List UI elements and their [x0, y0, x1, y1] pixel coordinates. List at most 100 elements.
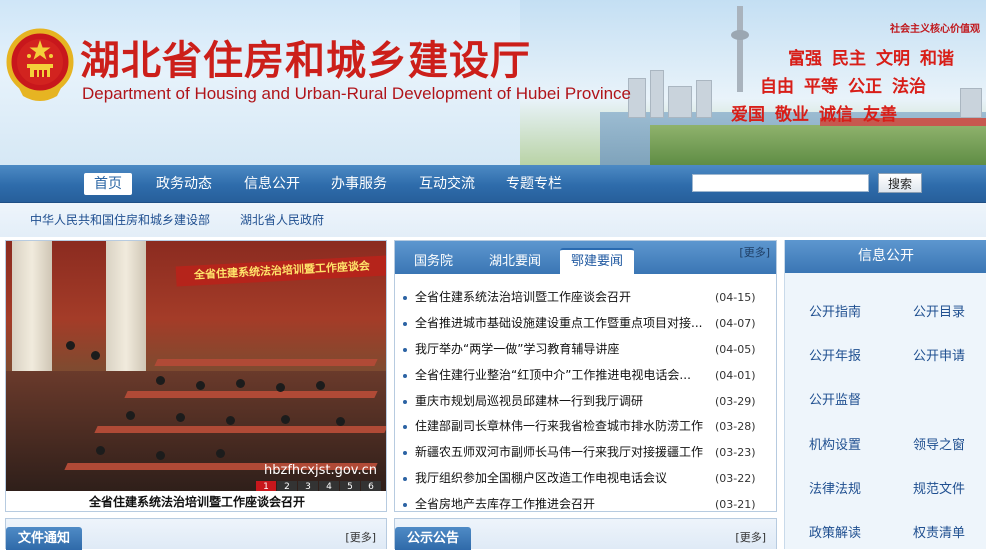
photo-attendee: [91, 351, 100, 360]
news-item-date: (03-22): [715, 472, 756, 486]
nav-services[interactable]: 办事服务: [321, 173, 397, 195]
news-item[interactable]: 我厅举办“两学一做”学习教育辅导讲座 (04-05): [401, 337, 771, 363]
core-value: 民主: [832, 49, 866, 69]
nav-home[interactable]: 首页: [84, 173, 132, 195]
news-item[interactable]: 全省房地产去库存工作推进会召开 (03-21): [401, 492, 771, 518]
news-item-date: (04-01): [715, 368, 756, 382]
news-item-title: 全省住建行业整治“红顶中介”工作推进电视电话会...: [415, 367, 691, 382]
news-item[interactable]: 我厅组织参加全国棚户区改造工作电视电话会议 (03-22): [401, 466, 771, 492]
news-item-date: (03-23): [715, 446, 756, 460]
photo-attendee: [96, 446, 105, 455]
link-laws[interactable]: 法律法规: [809, 478, 861, 497]
link-normative-docs[interactable]: 规范文件: [913, 478, 965, 497]
banner-building: [696, 80, 712, 118]
photo-carousel[interactable]: 全省住建系统法治培训暨工作座谈会 hbzfhcxjst.gov.cn 1 2 3…: [5, 240, 387, 512]
news-item-date: (03-29): [715, 394, 756, 408]
news-item-title: 住建部副司长章林伟一行来我省检查城市排水防涝工作: [415, 419, 704, 434]
core-value: 敬业: [775, 105, 809, 125]
core-value: 自由: [760, 77, 794, 97]
photo-watermark: hbzfhcxjst.gov.cn: [264, 463, 377, 478]
photo-attendee: [156, 376, 165, 385]
info-disclosure-panel: 信息公开 公开指南 公开目录 公开年报 公开申请 公开监督 机构设置 领导之窗 …: [784, 240, 986, 549]
core-value: 和谐: [920, 49, 954, 69]
news-list: 全省住建系统法治培训暨工作座谈会召开 (04-15) 全省推进城市基础设施建设重点…: [401, 285, 771, 518]
bullet-icon: [403, 477, 407, 482]
photo-attendee: [316, 381, 325, 390]
link-disclosure-guide[interactable]: 公开指南: [809, 301, 861, 320]
news-item-date: (04-07): [715, 316, 756, 330]
bullet-icon: [403, 399, 407, 404]
announcements-panel-header: 公示公告 [更多]: [394, 518, 777, 550]
photo-caption[interactable]: 全省住建系统法治培训暨工作座谈会召开: [6, 491, 386, 511]
core-values-row-1: 富强 民主 文明 和谐: [788, 44, 964, 69]
link-disclosure-catalog[interactable]: 公开目录: [913, 301, 965, 320]
news-more-link[interactable]: [更多]: [739, 244, 770, 260]
tab-state-council[interactable]: 国务院: [403, 250, 464, 274]
nav-special-topics[interactable]: 专题专栏: [496, 173, 572, 195]
site-title-chinese: 湖北省住房和城乡建设厅: [80, 37, 531, 84]
nav-interaction[interactable]: 互动交流: [409, 173, 485, 195]
link-power-list[interactable]: 权责清单: [913, 522, 965, 541]
photo-attendee: [226, 416, 235, 425]
core-value: 平等: [804, 77, 838, 97]
news-item-date: (03-21): [715, 498, 756, 512]
news-item-title: 新疆农五师双河市副师长马伟一行来我厅对接援疆工作: [415, 445, 704, 460]
nav-government-news[interactable]: 政务动态: [146, 173, 222, 195]
link-disclosure-request[interactable]: 公开申请: [913, 345, 965, 364]
search-input[interactable]: [692, 174, 869, 192]
banner-building: [650, 70, 664, 118]
bullet-icon: [403, 347, 407, 352]
news-item-date: (04-15): [715, 291, 756, 304]
photo-attendee: [126, 411, 135, 420]
news-item[interactable]: 全省住建系统法治培训暨工作座谈会召开 (04-15): [401, 285, 771, 311]
tab-hubei-news[interactable]: 湖北要闻: [478, 250, 552, 274]
nav-info-disclosure[interactable]: 信息公开: [234, 173, 310, 195]
photo-attendee: [281, 415, 290, 424]
news-panel: 国务院 湖北要闻 鄂建要闻 [更多] 全省住建系统法治培训暨工作座谈会召开 (04…: [394, 240, 777, 512]
news-tabbar: 国务院 湖北要闻 鄂建要闻 [更多]: [395, 241, 776, 274]
banner-tv-tower: [737, 6, 743, 92]
site-title-english: Department of Housing and Urban-Rural De…: [82, 84, 632, 103]
photo-attendee: [66, 341, 75, 350]
link-disclosure-supervision[interactable]: 公开监督: [809, 389, 861, 408]
link-hubei-gov[interactable]: 湖北省人民政府: [240, 211, 324, 228]
news-item-title: 全省推进城市基础设施建设重点工作暨重点项目对接...: [415, 315, 703, 330]
photo-table-row: [154, 359, 378, 366]
link-annual-report[interactable]: 公开年报: [809, 345, 861, 364]
news-item[interactable]: 住建部副司长章林伟一行来我省检查城市排水防涝工作 (03-28): [401, 414, 771, 440]
announcements-panel-title: 公示公告: [395, 527, 472, 550]
link-org-structure[interactable]: 机构设置: [809, 434, 861, 453]
photo-attendee: [236, 379, 245, 388]
documents-more-link[interactable]: [更多]: [345, 529, 376, 545]
news-item-date: (03-28): [715, 420, 756, 434]
banner-building: [960, 88, 982, 118]
core-value: 诚信: [819, 105, 853, 125]
bullet-icon: [403, 425, 407, 430]
info-disclosure-title: 信息公开: [785, 240, 986, 273]
related-links-bar: 中华人民共和国住房和城乡建设部 湖北省人民政府: [0, 203, 986, 237]
announcements-more-link[interactable]: [更多]: [735, 529, 766, 545]
link-mohurd[interactable]: 中华人民共和国住房和城乡建设部: [30, 211, 210, 228]
news-item-title: 我厅举办“两学一做”学习教育辅导讲座: [415, 341, 620, 356]
bullet-icon: [403, 321, 407, 326]
photo-attendee: [176, 413, 185, 422]
news-item[interactable]: 重庆市规划局巡视员邱建林一行到我厅调研 (03-29): [401, 389, 771, 415]
search-button[interactable]: 搜索: [878, 173, 922, 193]
photo-table-row: [124, 391, 378, 398]
core-values-row-3: 爱国 敬业 诚信 友善: [731, 100, 907, 125]
news-item[interactable]: 新疆农五师双河市副师长马伟一行来我厅对接援疆工作 (03-23): [401, 440, 771, 466]
link-policy-interpretation[interactable]: 政策解读: [809, 522, 861, 541]
link-leadership[interactable]: 领导之窗: [913, 434, 965, 453]
news-item-date: (04-05): [715, 342, 756, 356]
news-item-title: 全省房地产去库存工作推进会召开: [415, 497, 596, 512]
core-values-row-2: 自由 平等 公正 法治: [760, 72, 936, 97]
news-item[interactable]: 全省推进城市基础设施建设重点工作暨重点项目对接... (04-07): [401, 311, 771, 337]
news-item[interactable]: 全省住建行业整治“红顶中介”工作推进电视电话会... (04-01): [401, 363, 771, 389]
photo-attendee: [336, 417, 345, 426]
news-item-title: 全省住建系统法治培训暨工作座谈会召开: [415, 290, 632, 304]
tab-ejian-news[interactable]: 鄂建要闻: [560, 248, 635, 274]
photo-attendee: [196, 381, 205, 390]
news-item-title: 我厅组织参加全国棚户区改造工作电视电话会议: [415, 471, 668, 486]
core-value: 文明: [876, 49, 910, 69]
core-value: 公正: [848, 77, 882, 97]
